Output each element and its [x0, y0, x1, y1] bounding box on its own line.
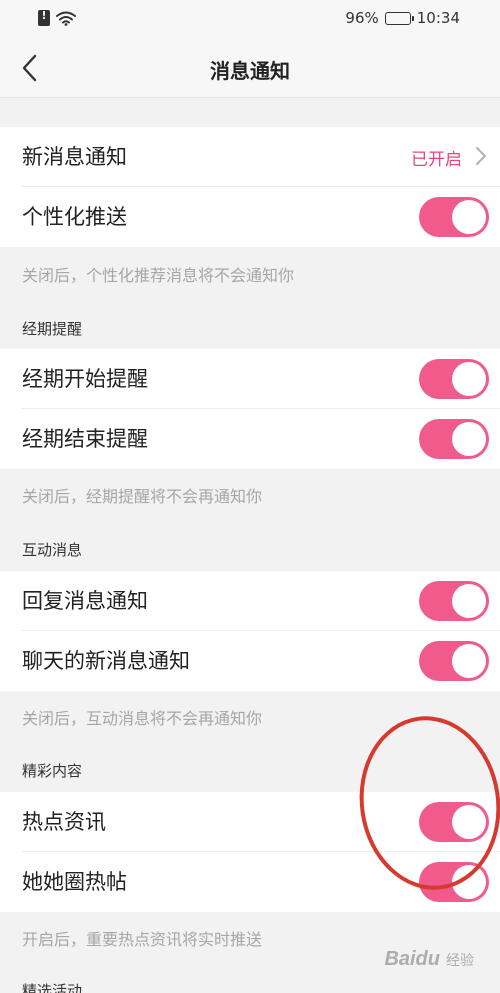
toggle-knob: [452, 200, 486, 234]
period-start-toggle[interactable]: [419, 359, 489, 399]
reply-message-label: 回复消息通知: [22, 589, 148, 613]
watermark-brand: Baidu: [384, 948, 440, 970]
personalized-push-row: 个性化推送: [0, 187, 500, 247]
new-message-label: 新消息通知: [22, 145, 127, 169]
personalized-push-label: 个性化推送: [22, 205, 127, 229]
personalized-note: 关闭后，个性化推荐消息将不会通知你: [22, 266, 295, 285]
highlights-note: 开启后，重要热点资讯将实时推送: [22, 930, 263, 949]
chevron-right-icon: [476, 147, 486, 165]
status-right: 96% 10:34: [345, 9, 460, 27]
hot-news-label: 热点资讯: [22, 810, 106, 834]
battery-icon: [384, 11, 414, 25]
chat-message-label: 聊天的新消息通知: [22, 649, 190, 673]
section-interaction: 互动消息: [22, 541, 83, 559]
clock: 10:34: [416, 9, 460, 27]
toggle-knob: [452, 865, 486, 899]
period-note: 关闭后，经期提醒将不会再通知你: [22, 487, 263, 506]
alert-icon: [38, 9, 50, 26]
period-end-toggle[interactable]: [419, 419, 489, 459]
watermark-sub: 经验: [446, 952, 474, 969]
new-message-row[interactable]: 新消息通知 已开启: [0, 127, 500, 187]
battery-percent: 96%: [345, 9, 379, 27]
wifi-icon: [56, 11, 76, 26]
period-start-row: 经期开始提醒: [0, 349, 500, 409]
reply-message-row: 回复消息通知: [0, 571, 500, 631]
tata-circle-row: 她她圈热帖: [0, 852, 500, 912]
section-selected-events: 精选活动: [22, 982, 83, 993]
toggle-knob: [452, 362, 486, 396]
tata-circle-label: 她她圈热帖: [22, 870, 127, 894]
toggle-knob: [452, 805, 486, 839]
hot-news-row: 热点资讯: [0, 792, 500, 852]
status-bar: 96% 10:34: [0, 0, 500, 38]
new-message-status: 已开启: [411, 150, 462, 170]
section-period: 经期提醒: [22, 320, 83, 338]
interaction-note: 关闭后，互动消息将不会再通知你: [22, 709, 263, 728]
section-highlights: 精彩内容: [22, 762, 83, 780]
hot-news-toggle[interactable]: [419, 802, 489, 842]
reply-message-toggle[interactable]: [419, 581, 489, 621]
chat-message-toggle[interactable]: [419, 641, 489, 681]
personalized-push-toggle[interactable]: [419, 197, 489, 237]
toggle-knob: [452, 422, 486, 456]
tata-circle-toggle[interactable]: [419, 862, 489, 902]
period-end-label: 经期结束提醒: [22, 427, 148, 451]
toggle-knob: [452, 584, 486, 618]
period-start-label: 经期开始提醒: [22, 367, 148, 391]
page-title: 消息通知: [210, 59, 290, 83]
chat-message-row: 聊天的新消息通知: [0, 631, 500, 691]
toggle-knob: [452, 644, 486, 678]
status-left: [38, 9, 76, 26]
period-end-row: 经期结束提醒: [0, 409, 500, 469]
watermark: Baidu 经验: [384, 948, 474, 971]
nav-bar: 消息通知: [0, 38, 500, 98]
